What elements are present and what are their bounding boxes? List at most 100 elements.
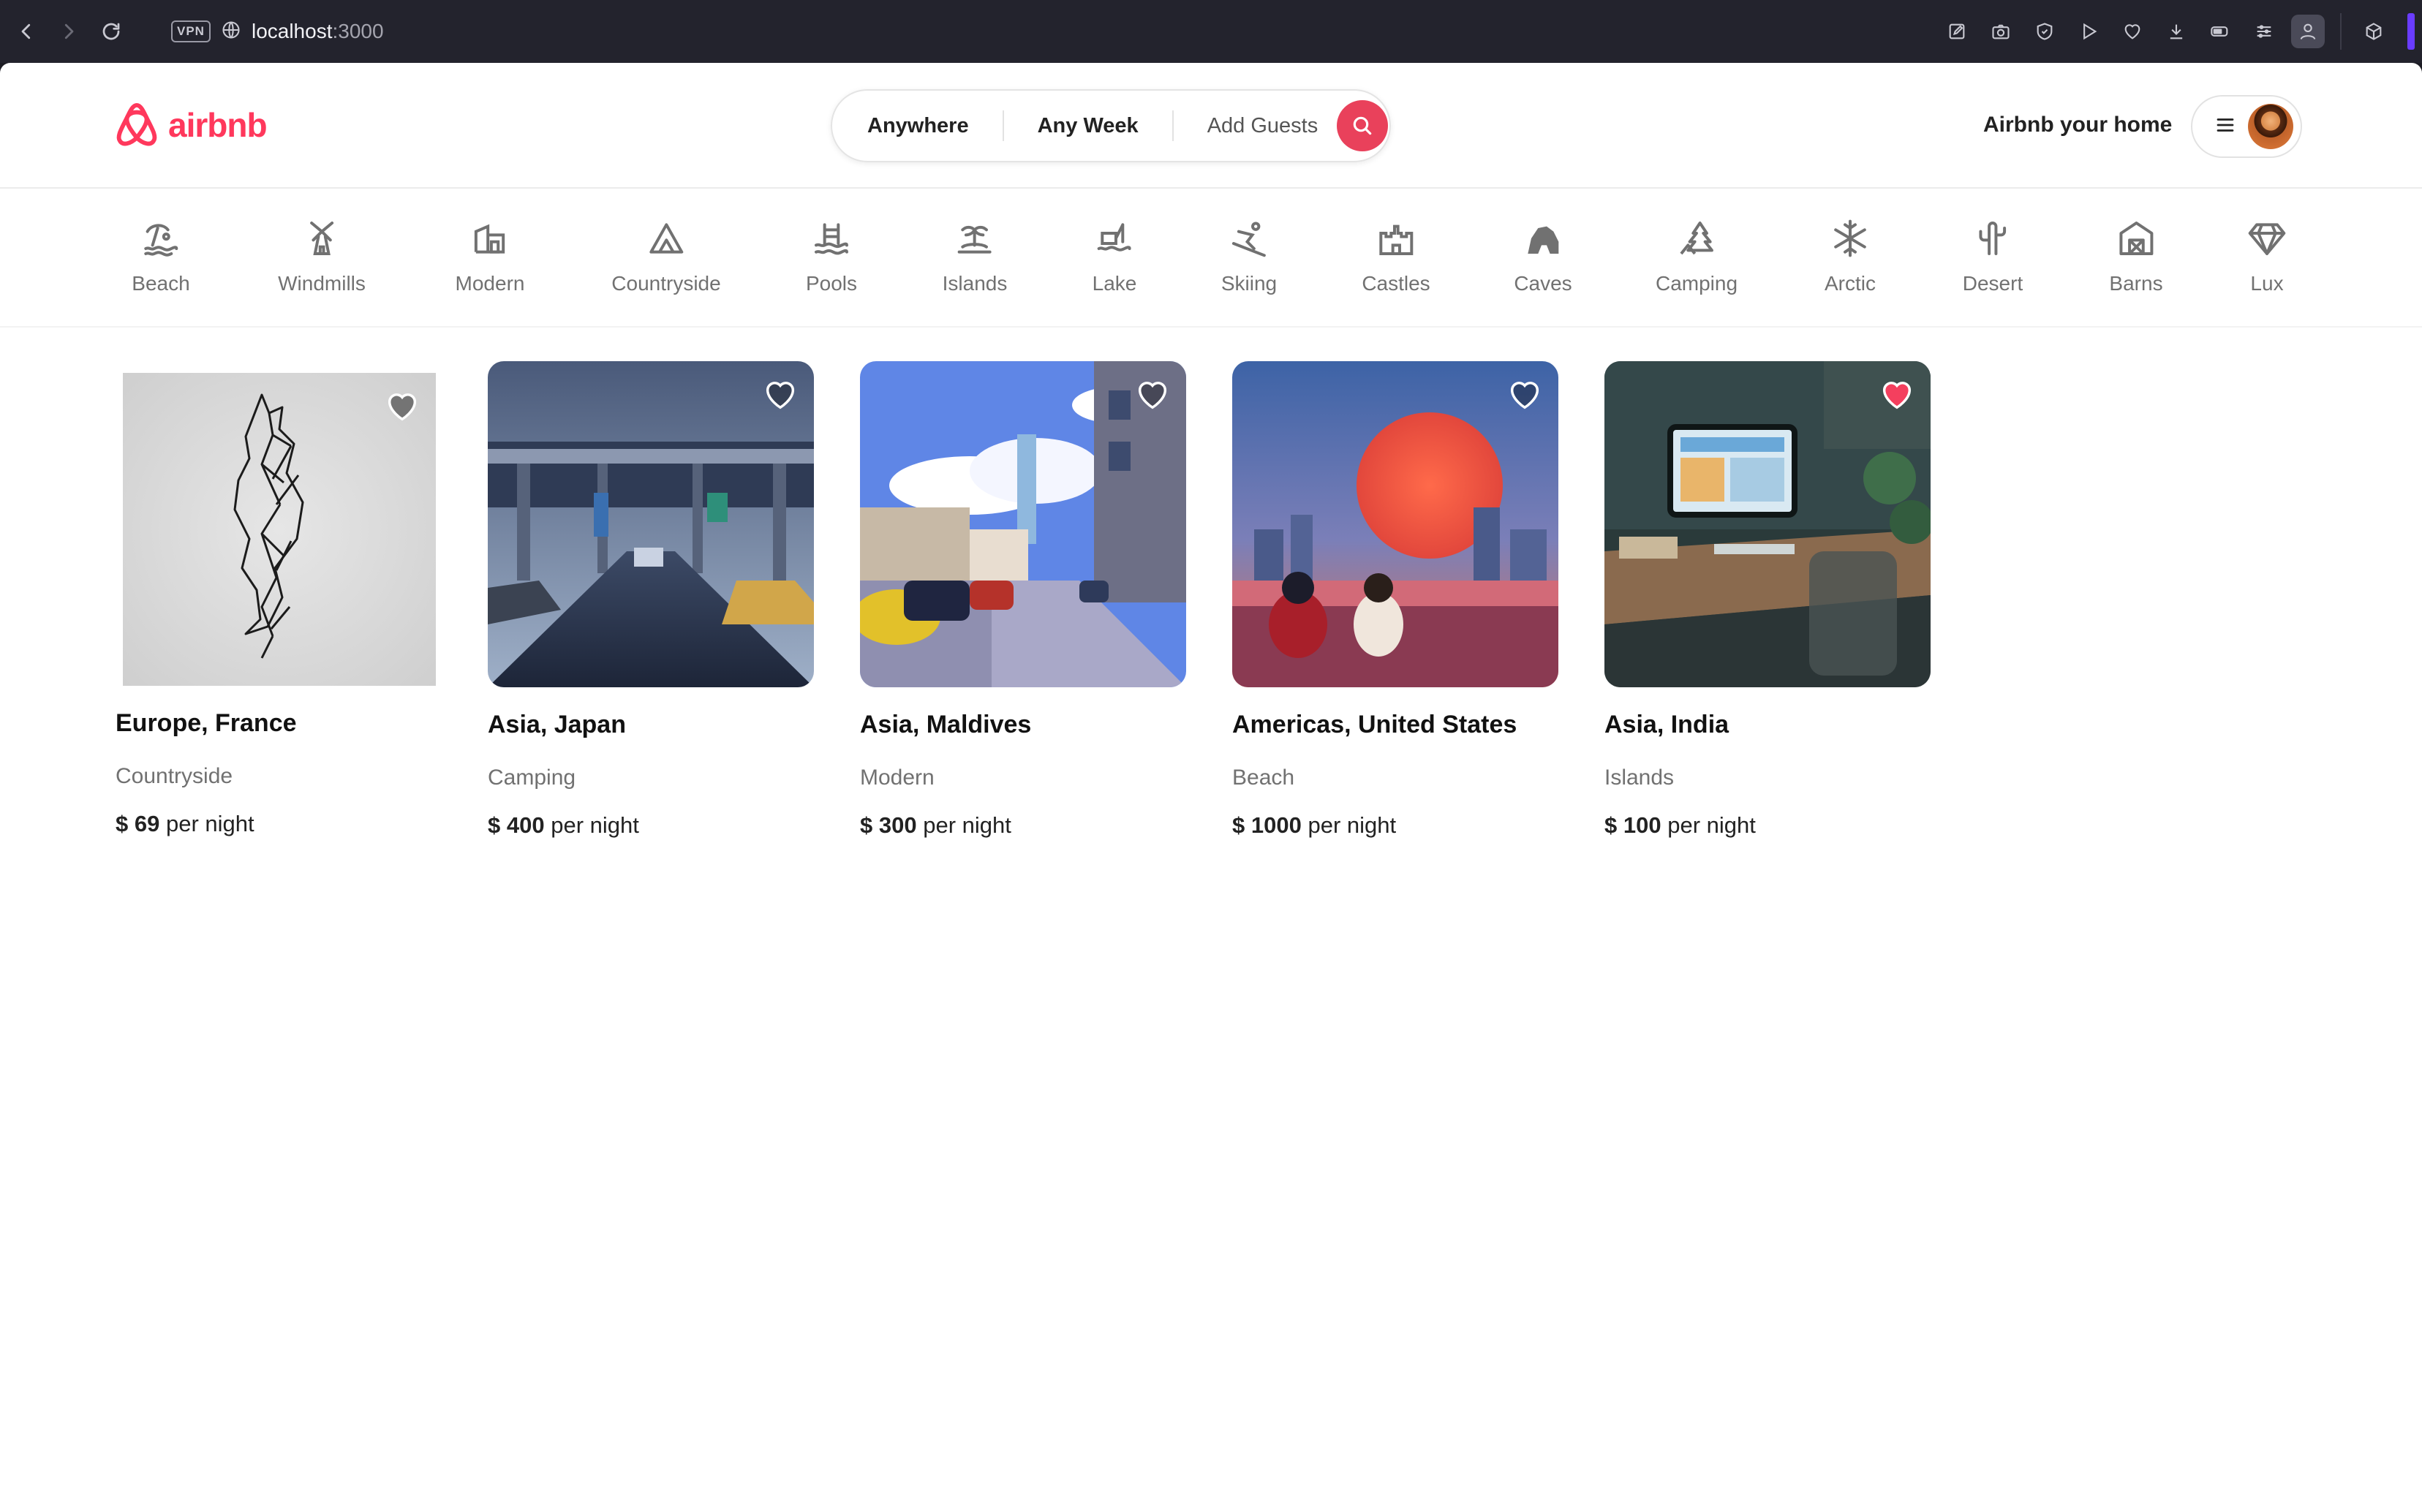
camping-icon: [1680, 222, 1713, 255]
listing-image[interactable]: [123, 373, 436, 686]
sidebar-indicator: [2407, 13, 2415, 50]
favorites-button[interactable]: [2110, 0, 2154, 63]
forward-button[interactable]: [53, 15, 85, 48]
listing-price: $ 100 per night: [1604, 812, 1931, 839]
search-button[interactable]: [1337, 100, 1389, 151]
category-pools[interactable]: Pools: [806, 218, 857, 295]
search-icon: [1353, 116, 1372, 135]
cave-icon: [1528, 226, 1558, 254]
category-windmills[interactable]: Windmills: [278, 218, 366, 295]
heart-icon: [388, 393, 417, 421]
category-barns[interactable]: Barns: [2109, 218, 2163, 295]
price-amount: 1000: [1250, 812, 1302, 838]
downloads-button[interactable]: [2154, 0, 2198, 63]
address-bar[interactable]: VPN localhost:3000: [171, 20, 384, 44]
shield-button[interactable]: [2023, 0, 2067, 63]
play-icon: [2083, 23, 2097, 40]
search-bar[interactable]: Anywhere Any Week Add Guests: [831, 89, 1391, 162]
listing-image[interactable]: [488, 361, 814, 687]
airbnb-logo[interactable]: airbnb: [114, 101, 268, 149]
airbnb-your-home-link[interactable]: Airbnb your home: [1983, 113, 2172, 137]
price-currency: $: [488, 812, 501, 838]
favorite-button[interactable]: [1506, 376, 1544, 414]
listing-card[interactable]: Europe, France Countryside $ 69 per nigh…: [116, 367, 442, 837]
browser-toolbar: VPN localhost:3000: [0, 0, 2422, 63]
category-islands[interactable]: Islands: [942, 218, 1008, 295]
category-label: Beach: [132, 272, 190, 295]
snowflake-icon: [1834, 219, 1866, 257]
shield-icon: [2037, 23, 2053, 40]
listing-image[interactable]: [860, 361, 1186, 687]
edit-icon: [1949, 23, 1965, 39]
screenshot-button[interactable]: [1979, 0, 2023, 63]
listing-card[interactable]: Asia, India Islands $ 100 per night: [1604, 361, 1931, 839]
battery-button[interactable]: [2198, 0, 2242, 63]
listing-card[interactable]: Asia, Japan Camping $ 400 per night: [488, 361, 814, 839]
category-castles[interactable]: Castles: [1362, 218, 1430, 295]
category-label: Castles: [1362, 272, 1430, 295]
favorite-button-active[interactable]: [1878, 376, 1916, 414]
listing-price: $ 1000 per night: [1232, 812, 1558, 839]
sliders-icon: [2257, 25, 2271, 38]
listing-image[interactable]: [1604, 361, 1931, 687]
camera-icon: [1992, 24, 2010, 39]
price-amount: 100: [1623, 812, 1661, 838]
back-button[interactable]: [10, 15, 42, 48]
search-location[interactable]: Anywhere: [832, 110, 1003, 142]
category-caves[interactable]: Caves: [1514, 218, 1572, 295]
category-countryside[interactable]: Countryside: [611, 218, 721, 295]
vpn-badge[interactable]: VPN: [171, 20, 211, 42]
reload-button[interactable]: [95, 15, 127, 48]
listing-image[interactable]: [1232, 361, 1558, 687]
category-label: Countryside: [611, 272, 721, 295]
mountain-icon: [649, 223, 683, 254]
category-modern[interactable]: Modern: [455, 218, 525, 295]
price-amount: 300: [878, 812, 917, 838]
listing-category: Camping: [488, 766, 576, 790]
category-label: Barns: [2109, 272, 2163, 295]
cube-icon: [2366, 23, 2382, 40]
category-lake[interactable]: Lake: [1093, 218, 1136, 295]
site-header: airbnb Anywhere Any Week Add Guests Airb…: [0, 63, 2422, 189]
favorite-button[interactable]: [1133, 376, 1172, 414]
settings-button[interactable]: [2242, 0, 2286, 63]
user-icon: [2300, 23, 2316, 40]
category-camping[interactable]: Camping: [1656, 218, 1738, 295]
category-arctic[interactable]: Arctic: [1825, 218, 1876, 295]
battery-icon: [2211, 26, 2228, 37]
search-dates[interactable]: Any Week: [1004, 110, 1172, 142]
favorite-button[interactable]: [383, 388, 421, 426]
category-label: Skiing: [1221, 272, 1278, 295]
price-amount: 69: [134, 811, 160, 836]
logo-wordmark: airbnb: [168, 106, 268, 144]
user-menu-button[interactable]: [2191, 95, 2302, 158]
category-desert[interactable]: Desert: [1963, 218, 2023, 295]
category-skiing[interactable]: Skiing: [1221, 218, 1277, 295]
favorite-button[interactable]: [761, 376, 799, 414]
castle-icon: [1379, 224, 1413, 255]
edit-extension-button[interactable]: [1935, 0, 1979, 63]
listing-card[interactable]: Americas, United States Beach $ 1000 per…: [1232, 361, 1558, 839]
profile-button[interactable]: [2286, 0, 2330, 63]
category-label: Windmills: [278, 272, 366, 295]
price-amount: 400: [506, 812, 545, 838]
listing-price: $ 400 per night: [488, 812, 814, 839]
search-guests[interactable]: Add Guests: [1174, 110, 1338, 142]
listing-category: Countryside: [116, 764, 233, 788]
url-port: :3000: [332, 20, 384, 42]
listing-category: Beach: [1232, 766, 1295, 790]
category-beach[interactable]: Beach: [132, 218, 190, 295]
play-button[interactable]: [2067, 0, 2110, 63]
category-label: Modern: [455, 272, 525, 295]
category-label: Pools: [805, 272, 858, 295]
listing-title: Asia, Maldives: [860, 711, 1032, 738]
avatar: [2248, 104, 2293, 149]
listing-card[interactable]: Asia, Maldives Modern $ 300 per night: [860, 361, 1186, 839]
url-text[interactable]: localhost:3000: [252, 20, 384, 43]
category-lux[interactable]: Lux: [2246, 218, 2287, 295]
category-label: Islands: [942, 272, 1008, 295]
category-label: Desert: [1962, 272, 2023, 295]
listing-title: Asia, Japan: [488, 711, 626, 738]
extensions-button[interactable]: [2352, 0, 2396, 63]
download-icon: [2170, 24, 2183, 39]
